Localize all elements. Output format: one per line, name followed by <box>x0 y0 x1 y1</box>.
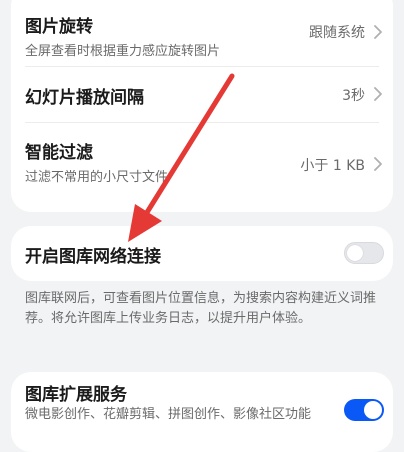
chevron-right-icon <box>374 25 382 39</box>
setting-value: 小于 1 KB <box>300 158 365 174</box>
extension-title: 图库扩展服务 <box>25 385 127 405</box>
setting-title: 智能过滤 <box>25 143 93 163</box>
setting-title: 图片旋转 <box>25 17 93 37</box>
setting-row-image-rotation[interactable]: 图片旋转 全屏查看时根据重力感应旋转图片 跟随系统 <box>11 0 393 66</box>
setting-subtitle: 过滤不常用的小尺寸文件 <box>25 170 169 185</box>
setting-row-smart-filter[interactable]: 智能过滤 过滤不常用的小尺寸文件 小于 1 KB <box>11 122 393 202</box>
setting-row-slideshow-interval[interactable]: 幻灯片播放间隔 3秒 <box>11 66 393 122</box>
extension-subtitle: 微电影创作、花瓣剪辑、拼图创作、影像社区功能 <box>25 407 312 422</box>
network-connection-card: 开启图库网络连接 <box>11 226 393 281</box>
setting-subtitle: 全屏查看时根据重力感应旋转图片 <box>25 44 221 59</box>
toggle-knob <box>364 401 382 419</box>
network-toggle[interactable] <box>344 242 384 264</box>
chevron-right-icon <box>374 157 382 171</box>
chevron-right-icon <box>374 87 382 101</box>
network-description: 图库联网后，可查看图片位置信息，为搜索内容构建近义词推荐。将允许图库上传业务日志… <box>25 291 377 326</box>
setting-title: 幻灯片播放间隔 <box>25 88 144 108</box>
setting-value: 3秒 <box>342 88 365 104</box>
toggle-knob <box>347 245 363 261</box>
extension-toggle[interactable] <box>344 399 384 421</box>
setting-value: 跟随系统 <box>309 25 365 41</box>
extension-services-card: 图库扩展服务 微电影创作、花瓣剪辑、拼图创作、影像社区功能 <box>11 372 393 452</box>
network-title: 开启图库网络连接 <box>25 247 161 267</box>
display-settings-card: 图片旋转 全屏查看时根据重力感应旋转图片 跟随系统 幻灯片播放间隔 3秒 智能过… <box>11 0 393 212</box>
